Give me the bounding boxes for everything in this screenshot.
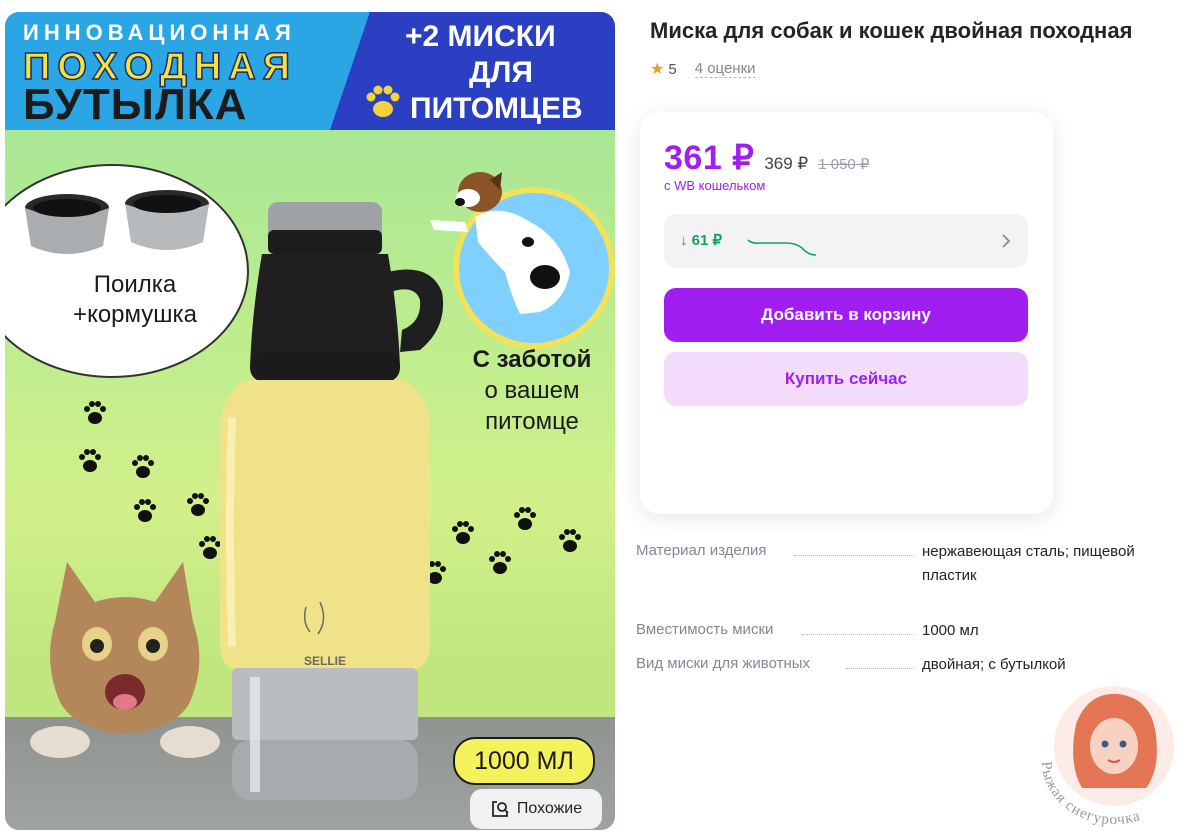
wallet-note: с WB кошельком [664, 178, 766, 193]
spec-dots [802, 634, 914, 635]
price-trend-icon [747, 239, 817, 256]
add-to-cart-button[interactable]: Добавить в корзину [664, 288, 1028, 342]
similar-button[interactable]: Похожие [470, 789, 602, 829]
spec-value: нержавеющая сталь; пищевой пластик [922, 543, 1135, 584]
promo-right-1: +2 МИСКИ [405, 20, 556, 53]
spec-label: Вид миски для животных [636, 655, 811, 672]
similar-search-icon [491, 801, 509, 817]
spec-dots [846, 668, 914, 669]
current-price: 361 ₽ [664, 139, 755, 177]
reviews-link[interactable]: 4 оценки [694, 60, 756, 78]
similar-button-label: Похожие [516, 800, 583, 817]
product-image[interactable]: ИННОВАЦИОННАЯ ПОХОДНАЯ БУТЫЛКА +2 МИСКИ … [5, 12, 615, 830]
rating-value: 5 [668, 60, 677, 78]
promo-line-1: ИННОВАЦИОННАЯ [23, 20, 296, 45]
paw-icon [366, 85, 400, 117]
buy-card: 361 ₽ 369 ₽ 1 050 ₽ с WB кошельком ↓ 61 … [640, 112, 1053, 514]
bubble-caption-line-2: +кормушка [73, 301, 197, 328]
promo-line-3: БУТЫЛКА [23, 80, 248, 129]
crossed-price: 1 050 ₽ [818, 156, 870, 173]
star-icon: ★ [650, 61, 665, 78]
price-row: 361 ₽ 369 ₽ 1 050 ₽ [664, 138, 869, 178]
price-drop: ↓ 61 ₽ [680, 232, 723, 249]
watermark-logo: Рыжая снегурочка [1038, 686, 1174, 828]
old-price: 369 ₽ [764, 154, 809, 173]
spec-dots [794, 555, 914, 556]
product-title: Миска для собак и кошек двойная походная [650, 18, 1133, 43]
bowls-illustration [25, 190, 209, 254]
spec-value: 1000 мл [922, 622, 979, 639]
chevron-right-icon [1002, 234, 1011, 248]
buy-now-button[interactable]: Купить сейчас [664, 352, 1028, 406]
brand-label: SELLIE [304, 654, 347, 668]
spec-value: двойная; с бутылкой [922, 656, 1066, 673]
cat-illustration [30, 562, 220, 758]
bubble-caption: Поилка +кормушка [45, 270, 225, 330]
promo-right-3: ПИТОМЦЕВ [410, 92, 583, 125]
spec-label: Материал изделия [636, 542, 767, 559]
bubble-caption-line-1: Поилка [93, 271, 177, 298]
rating-row: ★ 5 4 оценки [650, 59, 756, 79]
bottle-illustration [220, 202, 444, 800]
promo-right-2: ДЛЯ [469, 56, 533, 89]
volume-badge: 1000 МЛ [453, 737, 595, 785]
spec-label: Вместимость миски [636, 621, 774, 638]
price-history-button[interactable]: ↓ 61 ₽ [664, 214, 1028, 268]
